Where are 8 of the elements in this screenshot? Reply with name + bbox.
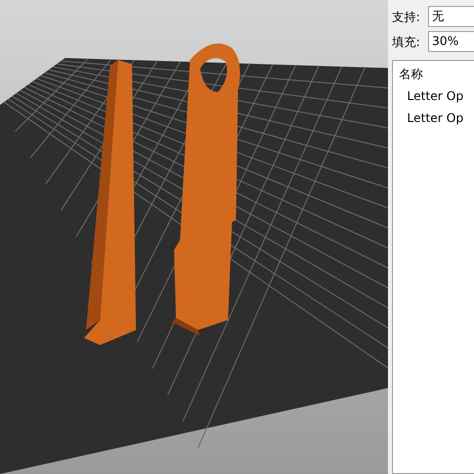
setting-label: 填充:: [392, 34, 422, 50]
object-list-item[interactable]: Letter Op: [393, 85, 474, 107]
setting-field[interactable]: 无: [428, 6, 474, 27]
setting-field[interactable]: 30%: [428, 31, 474, 52]
object-list[interactable]: 名称 Letter Op Letter Op: [392, 60, 474, 474]
column-header[interactable]: 名称: [393, 65, 474, 85]
setting-label: 支持:: [392, 8, 422, 26]
object-list-item[interactable]: Letter Op: [393, 107, 474, 129]
